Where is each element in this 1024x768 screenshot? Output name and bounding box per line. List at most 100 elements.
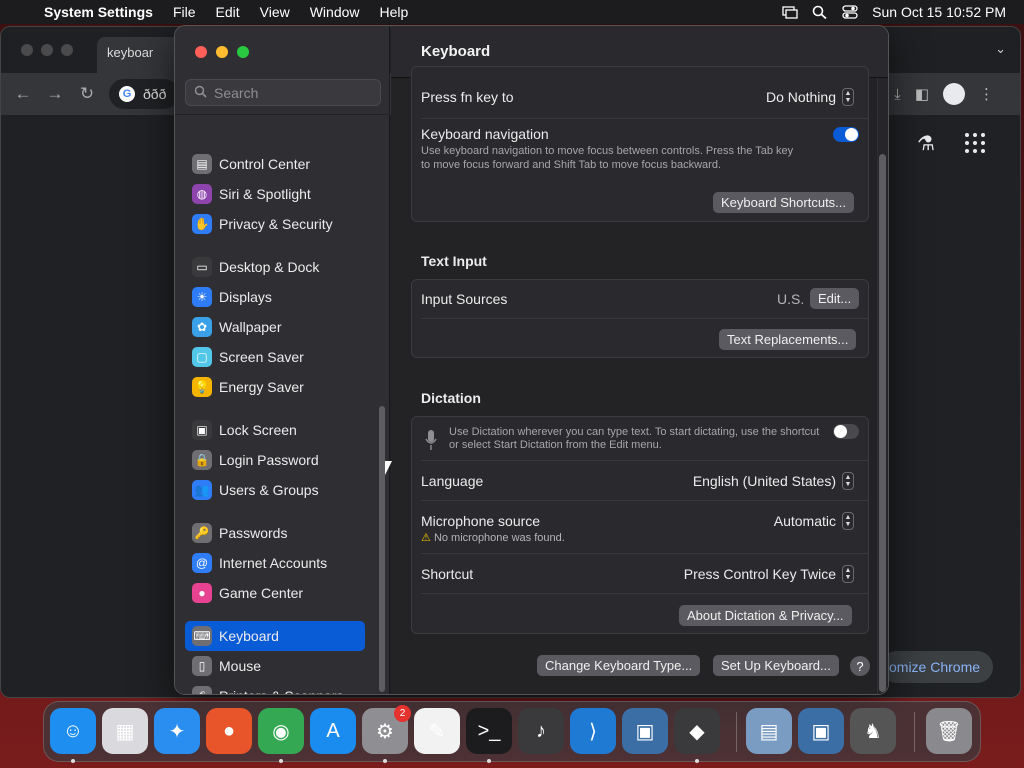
dock-glyph: >_ <box>477 719 501 742</box>
sidebar-item-passwords[interactable]: 🔑 Passwords <box>185 518 365 548</box>
menubar-clock[interactable]: Sun Oct 15 10:52 PM <box>872 4 1006 20</box>
finder-icon[interactable]: ☺ <box>50 708 96 763</box>
app-store-icon[interactable]: A <box>310 708 356 754</box>
sidebar-item-internet-accounts[interactable]: @ Internet Accounts <box>185 548 365 578</box>
zoom-button[interactable] <box>237 46 249 58</box>
garageband-icon[interactable]: ♪ <box>518 708 564 754</box>
sidebar-item-label: Printers & Scanners <box>219 688 344 694</box>
sidebar-item-wallpaper[interactable]: ✿ Wallpaper <box>185 312 365 342</box>
input-sources-value: U.S. <box>777 291 805 307</box>
keyboard-navigation-toggle[interactable] <box>833 127 859 142</box>
vscode-icon[interactable]: ⟩ <box>570 708 616 754</box>
divider <box>421 460 868 461</box>
chrome-window-controls <box>21 44 73 56</box>
spotlight-search-icon[interactable] <box>812 5 828 20</box>
chevron-down-icon[interactable]: ⌄ <box>995 41 1006 57</box>
lock-icon: 🔒 <box>192 450 212 470</box>
download-icon[interactable]: ⤓ <box>894 86 901 103</box>
dictation-heading: Dictation <box>421 390 481 406</box>
search-input[interactable] <box>214 84 374 101</box>
main-scrollbar[interactable] <box>879 154 886 692</box>
roblox-icon[interactable]: ◆ <box>674 708 720 763</box>
sidebar-item-lock-screen[interactable]: ▣ Lock Screen <box>185 415 365 445</box>
labs-flask-icon[interactable]: ⚗ <box>917 131 935 156</box>
sidebar-item-label: Desktop & Dock <box>219 259 320 275</box>
profile-avatar[interactable] <box>943 83 965 105</box>
sidebar-item-label: Passwords <box>219 525 288 541</box>
reload-icon[interactable]: ↻ <box>71 84 103 104</box>
sidebar-item-login-password[interactable]: 🔒 Login Password <box>185 445 365 475</box>
fn-key-label: Press fn key to <box>421 89 514 105</box>
system-settings-icon[interactable]: ⚙ 2 <box>362 705 411 763</box>
sidebar-item-printers-scanners[interactable]: ⎙ Printers & Scanners <box>185 681 365 694</box>
forward-icon[interactable]: → <box>39 84 71 104</box>
sidebar-item-label: Internet Accounts <box>219 555 328 571</box>
sidebar-item-users-groups[interactable]: 👥 Users & Groups <box>185 475 365 505</box>
chess-icon[interactable]: ♞ <box>850 708 896 754</box>
textedit-icon[interactable]: ✎ <box>414 708 460 754</box>
menu-view[interactable]: View <box>250 4 300 20</box>
safari-icon[interactable]: ✦ <box>154 708 200 754</box>
menu-help[interactable]: Help <box>370 4 419 20</box>
shortcut-popup[interactable]: Press Control Key Twice ▲ ▼ <box>684 565 854 583</box>
preview-icon[interactable]: ▤ <box>746 708 792 754</box>
change-keyboard-type-button[interactable]: Change Keyboard Type... <box>537 655 701 676</box>
help-button[interactable]: ? <box>850 656 870 676</box>
microphone-source-label: Microphone source <box>421 513 541 529</box>
sidebar-item-energy-saver[interactable]: 💡 Energy Saver <box>185 372 365 402</box>
sidebar-item-game-center[interactable]: ● Game Center <box>185 578 365 608</box>
launchpad-icon[interactable]: ▦ <box>102 708 148 754</box>
microphone-source-popup[interactable]: Automatic ▲ ▼ <box>774 512 854 530</box>
set-up-keyboard-button[interactable]: Set Up Keyboard... <box>713 655 839 676</box>
divider <box>421 553 868 554</box>
sidebar-item-mouse[interactable]: ▯ Mouse <box>185 651 365 681</box>
sidebar-item-privacy-security[interactable]: ✋ Privacy & Security <box>185 209 365 239</box>
firefox-icon[interactable]: ● <box>206 708 252 754</box>
sidebar-item-displays[interactable]: ☀ Displays <box>185 282 365 312</box>
dock-glyph: ♞ <box>864 720 882 743</box>
fn-key-popup[interactable]: Do Nothing ▲ ▼ <box>766 88 854 106</box>
dock-glyph: ♪ <box>536 719 546 742</box>
text-replacements-button[interactable]: Text Replacements... <box>719 329 857 350</box>
more-menu-icon[interactable]: ⋮ <box>979 85 994 103</box>
omnibox-text: ððð <box>143 86 167 102</box>
minimize-button[interactable] <box>41 44 53 56</box>
close-button[interactable] <box>21 44 33 56</box>
sidebar-item-screen-saver[interactable]: ▢ Screen Saver <box>185 342 365 372</box>
menu-file[interactable]: File <box>163 4 206 20</box>
google-apps-icon[interactable] <box>965 133 985 153</box>
updown-chevron-icon: ▲ ▼ <box>842 472 854 490</box>
virtualbox-2-icon[interactable]: ▣ <box>798 708 844 754</box>
trash-icon[interactable]: 🗑 <box>926 708 972 754</box>
chrome-icon[interactable]: ◉ <box>258 708 304 763</box>
sidebar-item-desktop-dock[interactable]: ▭ Desktop & Dock <box>185 252 365 282</box>
customize-chrome-button[interactable]: omize Chrome <box>881 651 993 683</box>
sidebar-item-siri-spotlight[interactable]: ◍ Siri & Spotlight <box>185 179 365 209</box>
menu-app-name[interactable]: System Settings <box>40 4 163 20</box>
keyboard-shortcuts-button[interactable]: Keyboard Shortcuts... <box>713 192 855 213</box>
control-center-icon[interactable] <box>842 5 858 19</box>
search-field[interactable] <box>185 79 381 106</box>
divider <box>421 118 868 119</box>
back-icon[interactable]: ← <box>7 84 39 104</box>
sidebar-item-control-center[interactable]: ▤ Control Center <box>185 149 365 179</box>
dictation-toggle[interactable] <box>833 424 859 439</box>
sidebar-item-keyboard[interactable]: ⌨ Keyboard <box>185 621 365 651</box>
dock-glyph: ● <box>222 719 236 742</box>
screen-mirroring-icon[interactable] <box>782 5 798 19</box>
omnibox[interactable]: G ððð <box>109 79 179 109</box>
side-panel-icon[interactable]: ◧ <box>915 85 929 103</box>
running-indicator <box>279 759 283 763</box>
zoom-button[interactable] <box>61 44 73 56</box>
language-popup[interactable]: English (United States) ▲ ▼ <box>693 472 854 490</box>
menu-edit[interactable]: Edit <box>206 4 250 20</box>
close-button[interactable] <box>195 46 207 58</box>
sidebar-scrollbar[interactable] <box>379 406 385 692</box>
microphone-source-value: Automatic <box>773 513 836 529</box>
minimize-button[interactable] <box>216 46 228 58</box>
virtualbox-icon[interactable]: ▣ <box>622 708 668 754</box>
terminal-icon[interactable]: >_ <box>466 708 512 763</box>
edit-input-sources-button[interactable]: Edit... <box>810 288 860 309</box>
menu-window[interactable]: Window <box>300 4 370 20</box>
about-dictation-button[interactable]: About Dictation & Privacy... <box>679 605 852 626</box>
